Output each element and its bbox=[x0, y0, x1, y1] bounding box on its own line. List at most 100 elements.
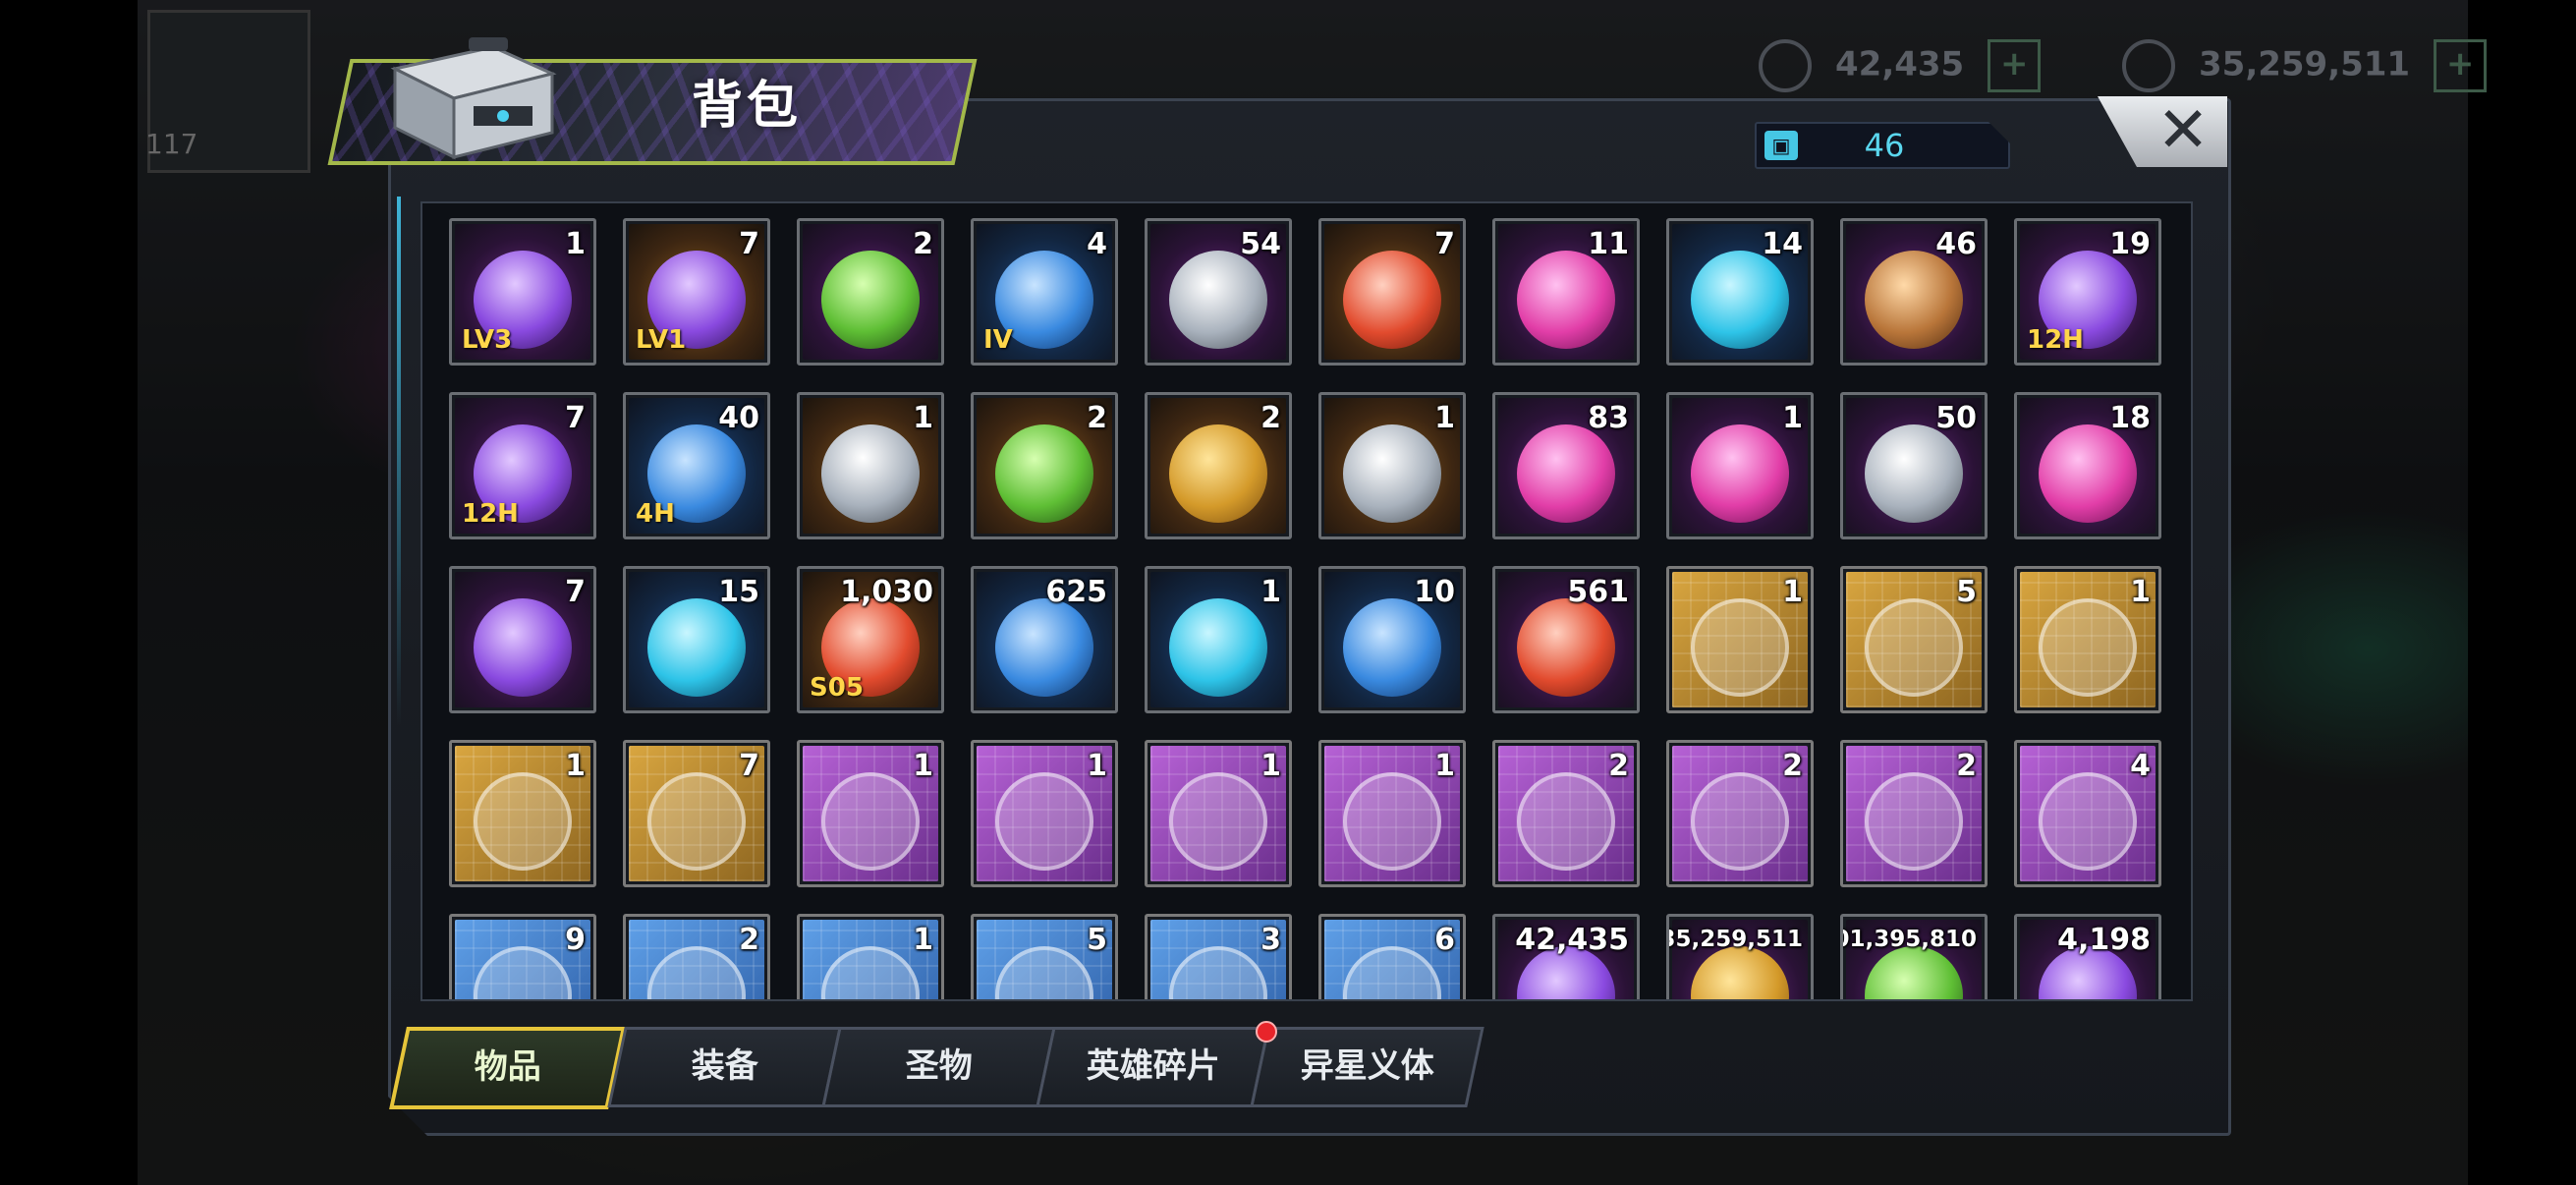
inventory-slot[interactable]: 561 bbox=[1492, 566, 1640, 713]
tab-equipment[interactable]: 装备 bbox=[607, 1027, 842, 1107]
inventory-slot[interactable]: 1 bbox=[797, 740, 944, 887]
tab-label: 英雄碎片 bbox=[1086, 1046, 1220, 1086]
item-count: 18 bbox=[2109, 401, 2151, 435]
item-count: 46 bbox=[1935, 227, 1977, 261]
inventory-slot[interactable]: 1 bbox=[449, 740, 596, 887]
inventory-slot[interactable]: 5 bbox=[1840, 566, 1988, 713]
inventory-slot[interactable]: 1 bbox=[797, 392, 944, 539]
bowling-pin-cyan-icon bbox=[1691, 251, 1789, 349]
inventory-slot[interactable]: 4,198 bbox=[2014, 914, 2161, 999]
inventory-slot[interactable]: 9 bbox=[449, 914, 596, 999]
poker-chip-red-icon bbox=[1517, 598, 1615, 697]
inventory-slot[interactable]: 1 bbox=[1666, 392, 1814, 539]
item-count: 2 bbox=[1782, 749, 1803, 783]
inventory-slot[interactable]: 6 bbox=[1318, 914, 1466, 999]
item-count: 7 bbox=[739, 227, 759, 261]
add-gems-button[interactable]: + bbox=[1988, 39, 2042, 92]
item-count: 54 bbox=[1240, 227, 1281, 261]
blueprint-boots-icon bbox=[1691, 772, 1789, 871]
tab-alien-implants[interactable]: 异星义体 bbox=[1250, 1027, 1484, 1107]
item-count: 1 bbox=[1434, 401, 1455, 435]
inventory-slot[interactable]: 4 bbox=[2014, 740, 2161, 887]
inventory-slot[interactable]: 1 bbox=[1145, 740, 1292, 887]
inventory-slot[interactable]: 3 bbox=[1145, 914, 1292, 999]
blueprint-gun-icon bbox=[2039, 598, 2137, 697]
item-count: 50 bbox=[1935, 401, 1977, 435]
item-count: 15 bbox=[718, 575, 759, 609]
item-count: 5 bbox=[1956, 575, 1977, 609]
item-count: 9 bbox=[565, 923, 586, 957]
inventory-slot[interactable]: 46 bbox=[1840, 218, 1988, 366]
hud-resource-gems: 42,435 + bbox=[1759, 39, 2042, 92]
hud-resource-coins-value: 35,259,511 bbox=[2199, 44, 2411, 85]
inventory-slot[interactable]: 1 bbox=[971, 740, 1118, 887]
inventory-slot[interactable]: IV 4 bbox=[971, 218, 1118, 366]
item-count: 2 bbox=[1260, 401, 1281, 435]
inventory-slot[interactable]: 7 bbox=[623, 740, 770, 887]
tab-label: 装备 bbox=[691, 1046, 758, 1086]
inventory-slot[interactable]: 1 bbox=[2014, 566, 2161, 713]
inventory-slot[interactable]: 5 bbox=[971, 914, 1118, 999]
inventory-slot[interactable]: 2 bbox=[623, 914, 770, 999]
inventory-slot[interactable]: 42,435 bbox=[1492, 914, 1640, 999]
inventory-slot[interactable]: 12H 7 bbox=[449, 392, 596, 539]
inventory-slot[interactable]: 2 bbox=[797, 218, 944, 366]
blueprint-gun-icon bbox=[1343, 772, 1441, 871]
tab-relics[interactable]: 圣物 bbox=[821, 1027, 1056, 1107]
tab-label: 异星义体 bbox=[1300, 1046, 1434, 1086]
item-count: 7 bbox=[565, 401, 586, 435]
inventory-slot[interactable]: 50 bbox=[1840, 392, 1988, 539]
inventory-slot[interactable]: LV3 1 bbox=[449, 218, 596, 366]
item-count: 40 bbox=[718, 401, 759, 435]
inventory-slot[interactable]: 2 bbox=[1145, 392, 1292, 539]
poker-chip-purple-icon bbox=[474, 598, 572, 697]
inventory-slot[interactable]: 11 bbox=[1492, 218, 1640, 366]
tab-items[interactable]: 物品 bbox=[389, 1027, 626, 1109]
inventory-slot[interactable]: 1 bbox=[797, 914, 944, 999]
inventory-slot[interactable]: S05 1,030 bbox=[797, 566, 944, 713]
blueprint-glasses-icon bbox=[821, 772, 920, 871]
item-count: 5 bbox=[1087, 923, 1107, 957]
inventory-slot[interactable]: 7 bbox=[449, 566, 596, 713]
inventory-slot[interactable]: 12H 19 bbox=[2014, 218, 2161, 366]
inventory-grid: LV3 1 LV1 7 2 IV 4 54 7 11 14 46 12H 19 12H 7 4H 40 1 2 2 1 83… bbox=[449, 218, 2191, 999]
inventory-slot[interactable]: 14 bbox=[1666, 218, 1814, 366]
gold-badge-icon bbox=[1169, 424, 1267, 523]
item-count: 35,259,511 bbox=[1666, 927, 1803, 952]
inventory-slot[interactable]: 10 bbox=[1318, 566, 1466, 713]
inventory-slot[interactable]: 625 bbox=[971, 566, 1118, 713]
inventory-slot[interactable]: 2 bbox=[1840, 740, 1988, 887]
inventory-slot[interactable]: 83 bbox=[1492, 392, 1640, 539]
panel-accent-line bbox=[397, 197, 401, 727]
inventory-grid-frame[interactable]: LV3 1 LV1 7 2 IV 4 54 7 11 14 46 12H 19 12H 7 4H 40 1 2 2 1 83… bbox=[420, 201, 2193, 1001]
inventory-slot[interactable]: 301,395,810 bbox=[1840, 914, 1988, 999]
inventory-slot[interactable]: 2 bbox=[1492, 740, 1640, 887]
inventory-slot[interactable]: 2 bbox=[971, 392, 1118, 539]
inventory-slot[interactable]: 2 bbox=[1666, 740, 1814, 887]
inventory-slot[interactable]: LV1 7 bbox=[623, 218, 770, 366]
inventory-slot[interactable]: 1 bbox=[1666, 566, 1814, 713]
blueprint-glasses-icon bbox=[2039, 772, 2137, 871]
inventory-slot[interactable]: 54 bbox=[1145, 218, 1292, 366]
add-coins-button[interactable]: + bbox=[2434, 39, 2488, 92]
bottle-cap-b-icon bbox=[1343, 598, 1441, 697]
inventory-slot[interactable]: 1 bbox=[1145, 566, 1292, 713]
inventory-slot[interactable]: 7 bbox=[1318, 218, 1466, 366]
inventory-slot[interactable]: 18 bbox=[2014, 392, 2161, 539]
close-icon: ✕ bbox=[2156, 94, 2210, 167]
inventory-slot[interactable]: 35,259,511 bbox=[1666, 914, 1814, 999]
item-count: 561 bbox=[1567, 575, 1629, 609]
bowling-pin-pink-icon bbox=[1517, 251, 1615, 349]
tab-hero-shards[interactable]: 英雄碎片 bbox=[1036, 1027, 1270, 1107]
inventory-slot[interactable]: 4H 40 bbox=[623, 392, 770, 539]
item-tag: LV3 bbox=[462, 325, 513, 355]
item-count: 7 bbox=[1434, 227, 1455, 261]
inventory-slot[interactable]: 1 bbox=[1318, 740, 1466, 887]
item-count: 7 bbox=[565, 575, 586, 609]
inventory-slot[interactable]: 15 bbox=[623, 566, 770, 713]
notification-dot bbox=[1256, 1021, 1277, 1043]
inventory-slot[interactable]: 1 bbox=[1318, 392, 1466, 539]
item-count: 1 bbox=[565, 227, 586, 261]
tab-label: 圣物 bbox=[905, 1046, 973, 1086]
item-count: 1 bbox=[913, 923, 933, 957]
